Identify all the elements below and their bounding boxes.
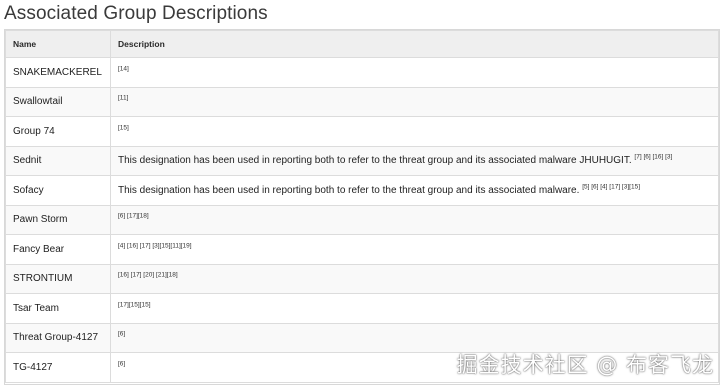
- group-name-cell: Group 74: [5, 116, 111, 147]
- table-row: Group 74 [15]: [5, 116, 719, 147]
- table-row: Sednit This designation has been used in…: [5, 145, 719, 176]
- reference-links[interactable]: [6] [17][18]: [118, 213, 149, 220]
- group-name-cell: Tsar Team: [5, 293, 111, 324]
- group-name-cell: STRONTIUM: [5, 263, 111, 294]
- page-title: Associated Group Descriptions: [4, 3, 268, 24]
- group-name-cell: Swallowtail: [5, 86, 111, 117]
- reference-links[interactable]: [15]: [118, 124, 129, 132]
- group-name-cell: Sednit: [5, 145, 111, 176]
- table-row: SNAKEMACKEREL [14]: [5, 57, 719, 88]
- table-row: Pawn Storm [6] [17][18]: [5, 204, 719, 235]
- description-text: This designation has been used in report…: [118, 184, 580, 196]
- description-cell: [11]: [110, 86, 719, 117]
- description-cell: [17][15][15]: [110, 293, 719, 324]
- reference-links[interactable]: [5] [6] [4] [17] [3][15]: [582, 183, 640, 191]
- description-cell: [4] [16] [17] [3][15][11][19]: [110, 234, 719, 265]
- group-name-cell: SNAKEMACKEREL: [5, 57, 111, 88]
- reference-links[interactable]: [6]: [118, 331, 125, 338]
- description-cell: [6] [17][18]: [110, 204, 719, 235]
- table-row: STRONTIUM [16] [17] [20] [21][18]: [5, 263, 719, 294]
- table-header: Name Description: [5, 30, 719, 58]
- table-row: Swallowtail [11]: [5, 86, 719, 117]
- reference-links[interactable]: [4] [16] [17] [3][15][11][19]: [118, 242, 192, 250]
- description-cell: This designation has been used in report…: [110, 175, 719, 206]
- reference-links[interactable]: [14]: [118, 65, 129, 73]
- site-watermark: 掘金技术社区 @ 布客飞龙: [456, 353, 714, 377]
- reference-links[interactable]: [6]: [118, 360, 125, 368]
- description-cell: [16] [17] [20] [21][18]: [110, 263, 719, 294]
- table-row: Fancy Bear [4] [16] [17] [3][15][11][19]: [5, 234, 719, 265]
- description-cell: [15]: [110, 116, 719, 147]
- description-text: This designation has been used in report…: [118, 155, 632, 167]
- description-cell: [14]: [110, 57, 719, 88]
- table-row: Sofacy This designation has been used in…: [5, 175, 719, 206]
- associated-groups-table-container: Name Description SNAKEMACKEREL [14] Swal…: [4, 29, 720, 385]
- reference-links[interactable]: [16] [17] [20] [21][18]: [118, 272, 178, 279]
- reference-links[interactable]: [11]: [118, 95, 128, 102]
- reference-links[interactable]: [7] [6] [16] [3]: [634, 154, 672, 161]
- reference-links[interactable]: [17][15][15]: [118, 301, 151, 309]
- description-cell: This designation has been used in report…: [110, 145, 719, 176]
- table-body: SNAKEMACKEREL [14] Swallowtail [11] Grou…: [5, 57, 719, 383]
- name-column-header: Name: [5, 30, 111, 58]
- group-name-cell: TG-4127: [5, 352, 111, 383]
- description-column-header: Description: [110, 30, 719, 58]
- table-row: Tsar Team [17][15][15]: [5, 293, 719, 324]
- group-name-cell: Fancy Bear: [5, 234, 111, 265]
- associated-groups-table: Name Description SNAKEMACKEREL [14] Swal…: [5, 30, 719, 383]
- group-name-cell: Pawn Storm: [5, 204, 111, 235]
- group-name-cell: Sofacy: [5, 175, 111, 206]
- table-header-row: Name Description: [5, 30, 719, 58]
- group-name-cell: Threat Group-4127: [5, 322, 111, 353]
